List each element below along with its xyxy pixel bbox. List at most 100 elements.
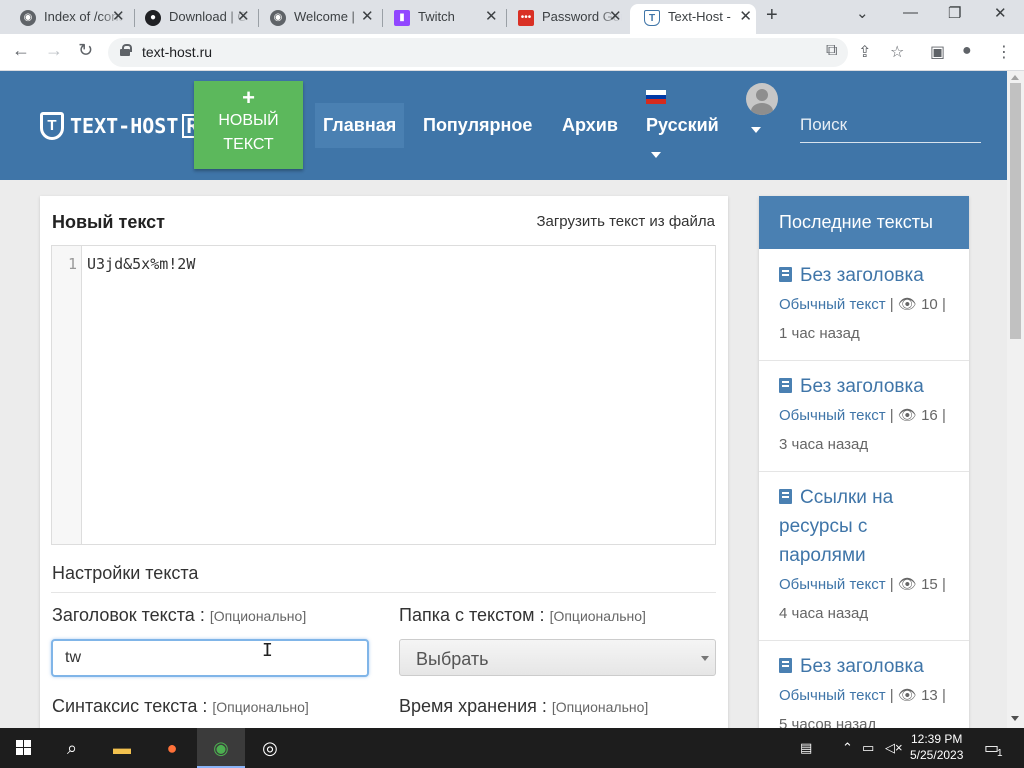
chevron-down-icon[interactable] — [751, 127, 761, 133]
windows-taskbar: ⌕ ▬ ● ◉ ◎ ▤ ⌃ ▭ ◁× 12:39 PM 5/25/2023 ▭ … — [0, 728, 1024, 768]
settings-heading: Настройки текста — [52, 563, 199, 583]
site-logo[interactable]: T TEXT-HOSTRU — [40, 111, 215, 141]
logo-shield-icon: T — [40, 112, 64, 140]
close-tab-icon[interactable]: ✕ — [112, 7, 125, 25]
scroll-up-arrow-icon[interactable] — [1011, 75, 1019, 80]
lock-icon[interactable] — [120, 44, 132, 56]
list-item: Ссылки на ресурсы с паролями Обычный тек… — [759, 483, 969, 641]
close-tab-icon[interactable]: ✕ — [609, 7, 622, 25]
eye-icon: 👁 — [897, 407, 917, 424]
expiry-field-label: Время хранения : [Опционально] — [399, 696, 649, 716]
obs-icon[interactable]: ◎ — [246, 728, 294, 768]
eye-icon: 👁 — [897, 296, 917, 313]
optional-hint: [Опционально] — [551, 699, 649, 715]
search-input[interactable] — [800, 107, 981, 143]
upload-from-file-link[interactable]: Загрузить текст из файла — [536, 213, 715, 230]
text-type-link[interactable]: Обычный текст — [779, 296, 886, 313]
close-tab-icon[interactable]: ✕ — [485, 7, 498, 25]
close-tab-icon[interactable]: ✕ — [237, 7, 250, 25]
text-type-link[interactable]: Обычный текст — [779, 687, 886, 704]
chevron-up-icon[interactable]: ⌃ — [842, 740, 853, 756]
list-item: Без заголовка Обычный текст | 👁 16 | 3 ч… — [759, 372, 969, 472]
chrome-icon[interactable]: ◉ — [197, 728, 245, 768]
clock-date: 5/25/2023 — [910, 748, 964, 762]
chevron-down-icon[interactable] — [651, 152, 661, 158]
volume-muted-icon[interactable]: ◁× — [885, 740, 903, 756]
system-clock[interactable]: 12:39 PM 5/25/2023 — [910, 731, 963, 763]
menu-kebab-icon[interactable]: ⋮ — [996, 42, 1012, 62]
caret-down-icon — [701, 656, 709, 661]
title-field-label: Заголовок текста : [Опционально] — [52, 605, 307, 625]
logo-text: TEXT-HOST — [70, 114, 179, 138]
tab-title: Twitch — [418, 9, 455, 24]
file-explorer-icon[interactable]: ▬ — [98, 728, 146, 768]
globe-icon: ◉ — [20, 10, 36, 26]
document-icon — [779, 267, 792, 282]
forward-arrow-icon[interactable]: → — [45, 40, 63, 61]
start-button[interactable] — [0, 728, 48, 768]
timestamp: 3 часа назад — [779, 436, 869, 453]
recent-text-title[interactable]: Без заголовка — [800, 376, 924, 397]
profile-icon[interactable]: ● — [962, 42, 972, 60]
view-count: 13 — [921, 687, 938, 704]
text-type-link[interactable]: Обычный текст — [779, 576, 886, 593]
divider — [51, 592, 716, 593]
reload-icon[interactable]: ↻ — [78, 40, 93, 61]
language-dropdown[interactable]: Русский — [638, 103, 727, 148]
folder-field-label: Папка с текстом : [Опционально] — [399, 605, 646, 625]
document-icon — [779, 489, 792, 504]
recent-text-title[interactable]: Ссылки на ресурсы с паролями — [779, 487, 893, 566]
optional-hint: [Опционально] — [549, 608, 646, 624]
editor-content[interactable]: U3jd&5x%m!2W — [87, 255, 195, 273]
sidebar-heading: Последние тексты — [759, 196, 969, 249]
folder-select[interactable]: Выбрать — [399, 639, 716, 676]
document-icon — [779, 658, 792, 673]
new-text-button[interactable]: + НОВЫЙ ТЕКСТ — [194, 81, 303, 169]
russian-flag-icon — [646, 90, 666, 104]
notification-count: 1 — [997, 748, 1003, 759]
bookmark-star-icon[interactable]: ☆ — [890, 42, 904, 62]
tab-text-host[interactable]: T Text-Host - ✕ — [630, 4, 756, 34]
nav-popular[interactable]: Популярное — [415, 103, 540, 148]
tab-search-icon[interactable]: ⌄ — [856, 4, 869, 22]
text-type-link[interactable]: Обычный текст — [779, 407, 886, 424]
network-icon[interactable]: ▭ — [862, 740, 874, 756]
search-icon[interactable]: ⌕ — [48, 728, 96, 768]
vertical-scrollbar[interactable] — [1007, 71, 1024, 728]
close-tab-icon[interactable]: ✕ — [739, 4, 752, 30]
side-panel-icon[interactable]: ▣ — [930, 42, 945, 62]
restore-button[interactable]: ❐ — [948, 4, 961, 22]
close-tab-icon[interactable]: ✕ — [361, 7, 374, 25]
firefox-icon[interactable]: ● — [148, 728, 196, 768]
list-item: Без заголовка Обычный текст | 👁 10 | 1 ч… — [759, 261, 969, 361]
recent-text-title[interactable]: Без заголовка — [800, 265, 924, 286]
minimize-button[interactable]: — — [903, 4, 918, 21]
new-tab-button[interactable]: + — [766, 4, 778, 27]
scroll-down-arrow-icon[interactable] — [1011, 716, 1019, 721]
nav-archive[interactable]: Архив — [554, 103, 626, 148]
keyboard-icon[interactable]: ▤ — [800, 740, 812, 756]
back-arrow-icon[interactable]: ← — [12, 40, 30, 61]
title-input[interactable] — [51, 639, 369, 677]
url-text[interactable]: text-host.ru — [142, 44, 212, 60]
timestamp: 5 часов назад — [779, 716, 877, 728]
code-editor[interactable]: 1 U3jd&5x%m!2W — [51, 245, 716, 545]
share-icon[interactable]: ⇪ — [858, 42, 871, 62]
nav-home[interactable]: Главная — [315, 103, 405, 148]
view-count: 15 — [921, 576, 938, 593]
optional-hint: [Опционально] — [212, 699, 309, 715]
line-number-gutter: 1 — [52, 246, 82, 544]
eye-icon: 👁 — [897, 576, 917, 593]
close-window-button[interactable]: ✕ — [994, 4, 1007, 22]
avatar[interactable] — [746, 83, 778, 115]
translate-icon[interactable]: ⧉ — [826, 42, 837, 60]
windows-logo-icon — [16, 740, 32, 756]
view-count: 10 — [921, 296, 938, 313]
syntax-field-label: Синтаксис текста : [Опционально] — [52, 696, 309, 716]
recent-text-title[interactable]: Без заголовка — [800, 656, 924, 677]
obs-icon: ● — [145, 10, 161, 26]
recent-texts-sidebar: Последние тексты Без заголовка Обычный т… — [759, 196, 969, 728]
page-viewport: T TEXT-HOSTRU + НОВЫЙ ТЕКСТ Главная Попу… — [0, 71, 1007, 728]
address-bar[interactable]: text-host.ru — [108, 38, 848, 67]
scrollbar-thumb[interactable] — [1010, 83, 1021, 339]
